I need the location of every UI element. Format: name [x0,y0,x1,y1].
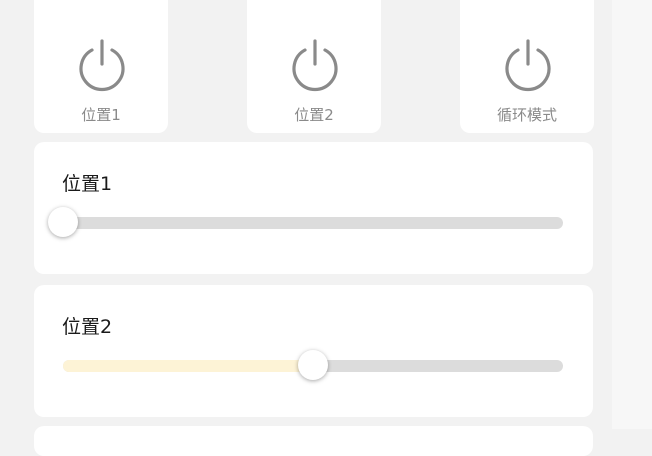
card-title: 位置2 [62,316,113,338]
power-tile-loop-mode[interactable]: 循环模式 [460,0,594,133]
position1-slider[interactable] [48,207,563,237]
power-tile-position1[interactable]: 位置1 [34,0,168,133]
power-icon [292,39,338,92]
tile-label: 位置2 [294,106,334,124]
slider-fill [63,360,313,372]
power-tile-position2[interactable]: 位置2 [247,0,381,133]
slider-card-position1: 位置1 [34,142,593,274]
position2-slider[interactable] [63,350,563,380]
slider-thumb[interactable] [298,350,328,380]
tile-label: 循环模式 [496,106,557,124]
slider-thumb[interactable] [48,207,78,237]
tile-label: 位置1 [81,106,121,124]
right-edge-panel [612,0,652,429]
slider-card-position2: 位置2 [34,285,593,417]
slider-card-partial [34,426,593,456]
power-icon [505,39,551,92]
power-icon [79,39,125,92]
card-title: 位置1 [62,173,113,195]
